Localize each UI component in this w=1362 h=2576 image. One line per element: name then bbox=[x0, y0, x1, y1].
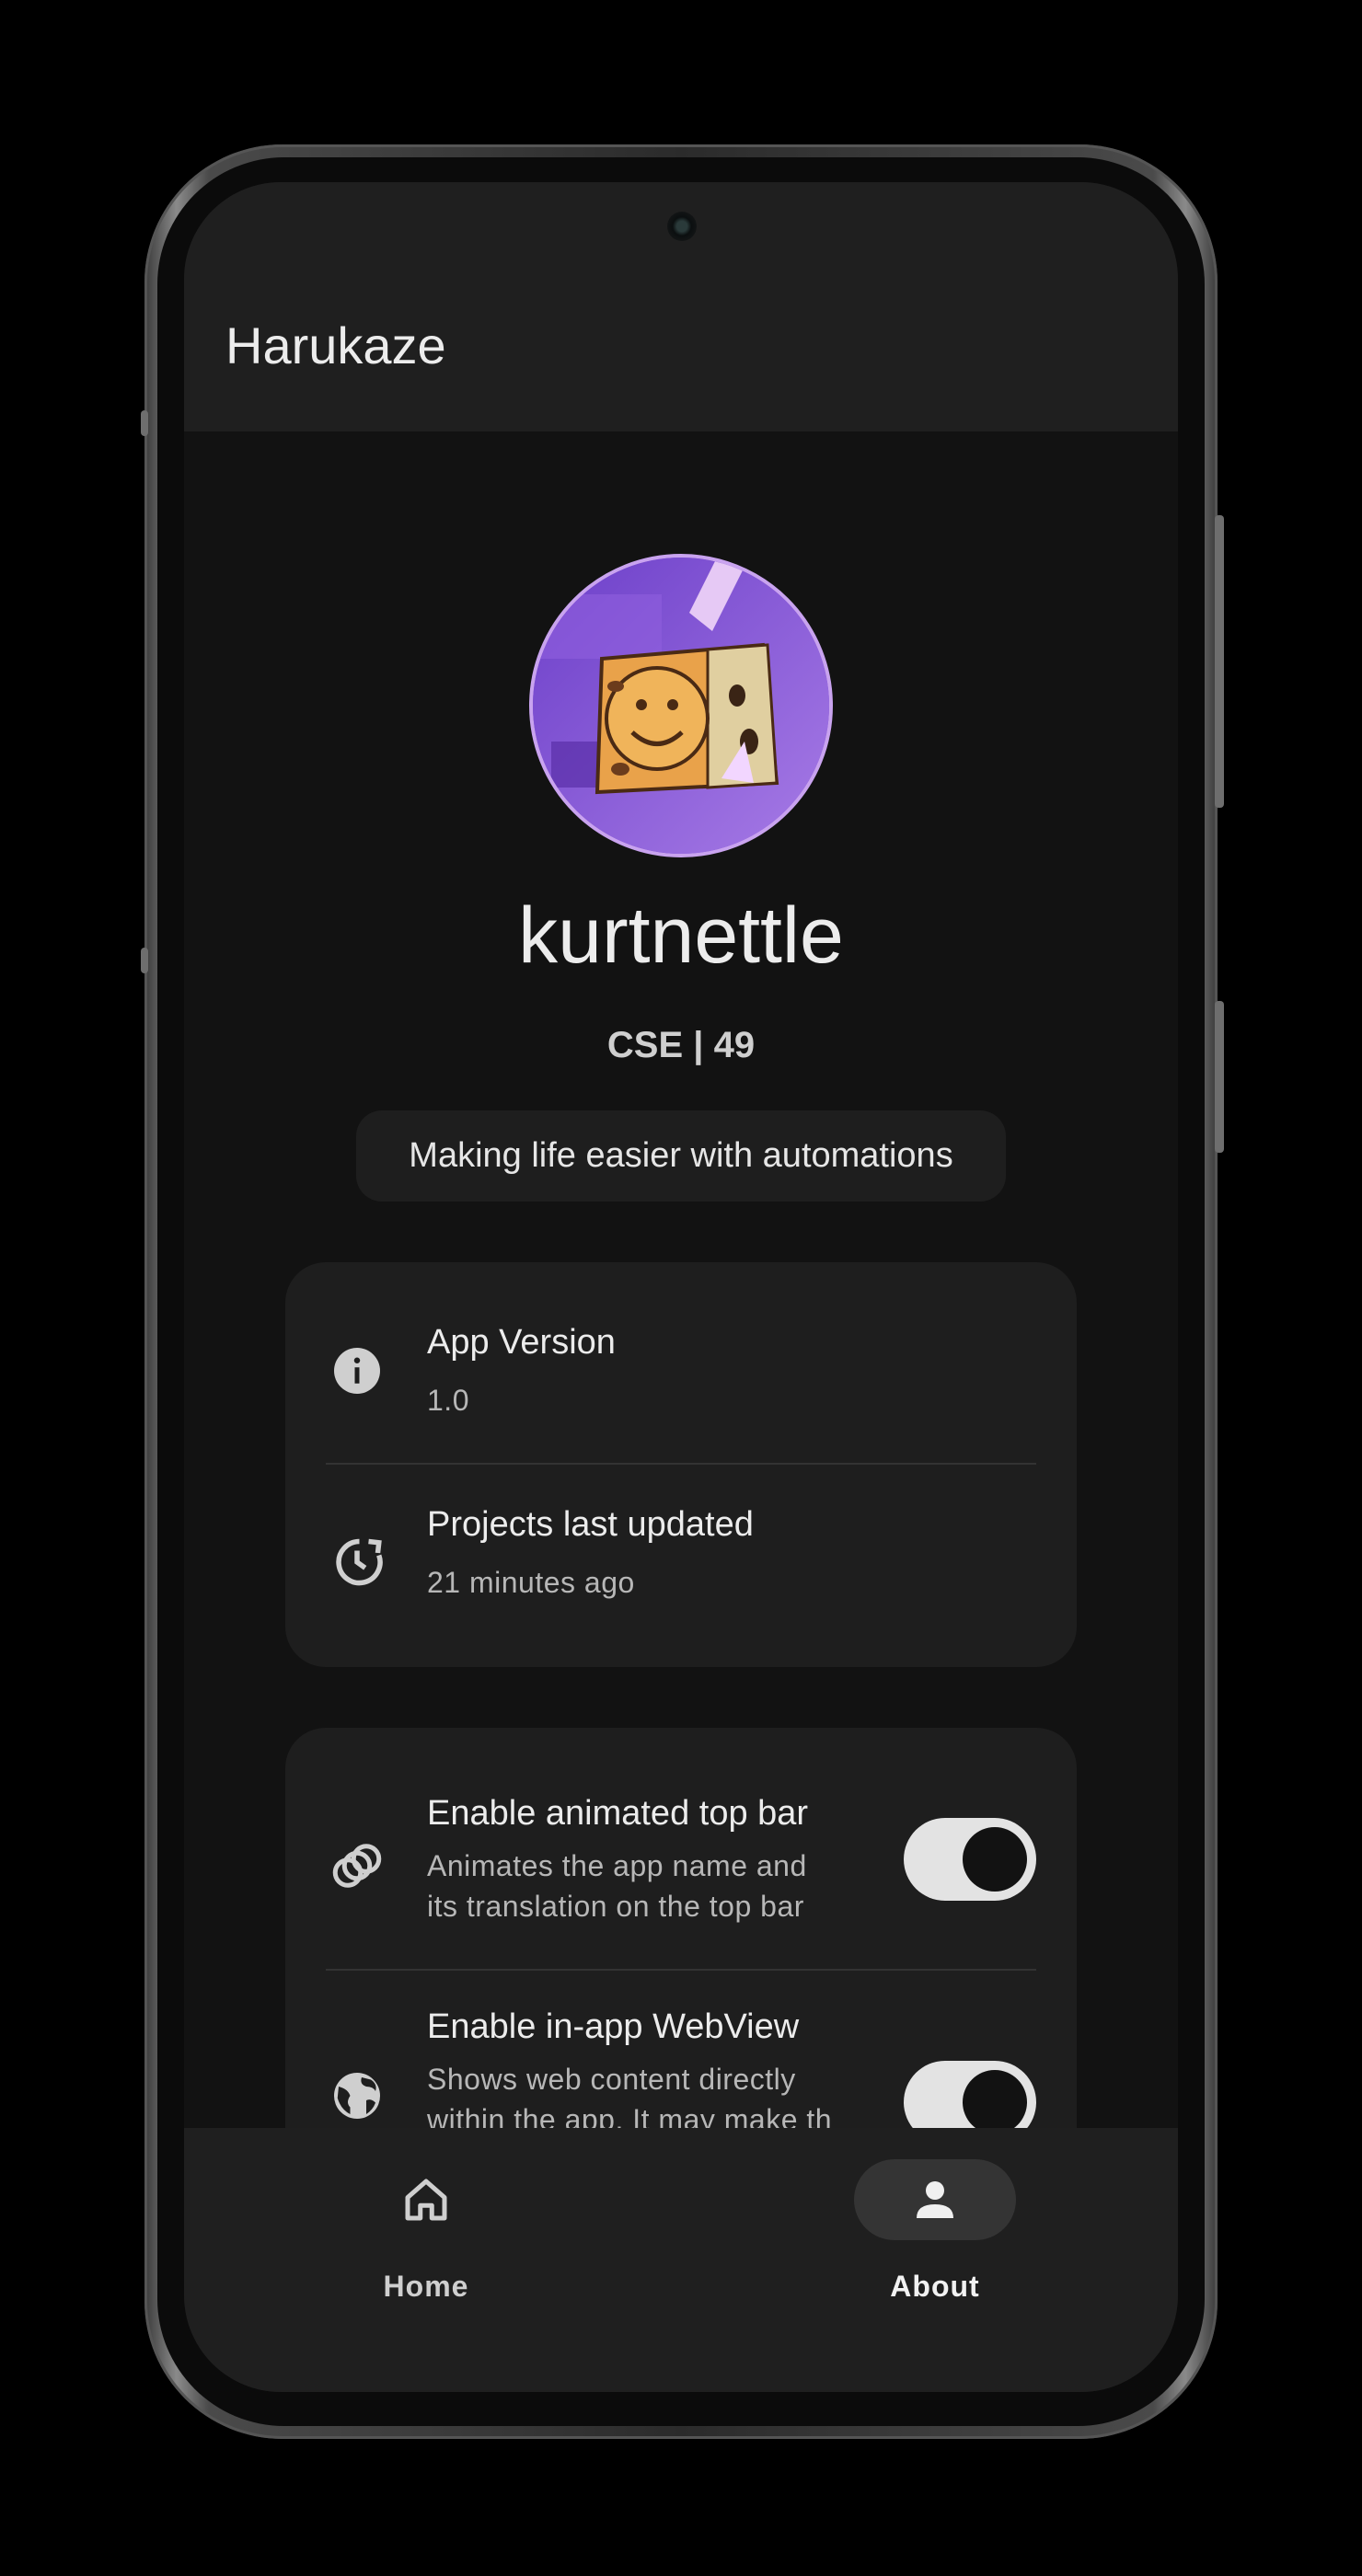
globe-icon bbox=[334, 2073, 380, 2119]
bottom-navigation: Home About bbox=[184, 2128, 1178, 2392]
volume-button bbox=[1215, 515, 1224, 808]
app-version-row: App Version 1.0 bbox=[285, 1262, 1077, 1463]
spongebob-avatar-image bbox=[533, 558, 829, 854]
power-button bbox=[1215, 1001, 1224, 1153]
left-side-button-2 bbox=[141, 948, 148, 973]
projects-updated-row: Projects last updated 21 minutes ago bbox=[285, 1465, 1077, 1667]
department-subtitle: CSE | 49 bbox=[606, 1025, 756, 1065]
nav-label-about: About bbox=[890, 2270, 980, 2303]
nav-label-home: Home bbox=[383, 2270, 469, 2303]
app-screen: Harukaze kurtnettle CSE | 49 Making life… bbox=[184, 182, 1178, 2392]
projects-updated-title: Projects last updated bbox=[427, 1505, 754, 1544]
app-version-value: 1.0 bbox=[427, 1384, 469, 1417]
app-version-title: App Version bbox=[427, 1323, 616, 1362]
webview-desc-line1: Shows web content directly bbox=[427, 2063, 796, 2096]
app-title: Harukaze bbox=[225, 316, 446, 374]
history-icon bbox=[336, 1538, 383, 1586]
bio-chip: Making life easier with automations bbox=[356, 1110, 1006, 1202]
switch-knob bbox=[963, 1827, 1027, 1892]
animated-top-bar-desc: Animates the app name and its translatio… bbox=[427, 1846, 807, 1926]
home-icon bbox=[405, 2179, 447, 2221]
animated-top-bar-row[interactable]: Enable animated top bar Animates the app… bbox=[285, 1728, 1077, 1969]
switch-knob bbox=[963, 2070, 1027, 2134]
bio-text: Making life easier with automations bbox=[409, 1136, 953, 1175]
left-side-button bbox=[141, 410, 148, 436]
person-icon bbox=[917, 2181, 953, 2218]
projects-updated-value: 21 minutes ago bbox=[427, 1566, 635, 1599]
animated-top-bar-title: Enable animated top bar bbox=[427, 1794, 809, 1833]
animated-top-bar-switch[interactable] bbox=[904, 1818, 1036, 1901]
info-icon bbox=[334, 1348, 380, 1394]
front-camera bbox=[667, 212, 697, 241]
info-card: App Version 1.0 Projects last updated 21… bbox=[285, 1262, 1077, 1667]
animated-top-bar-desc-line2: its translation on the top bar bbox=[427, 1890, 804, 1923]
username: kurtnettle bbox=[518, 891, 844, 980]
animated-top-bar-desc-line1: Animates the app name and bbox=[427, 1849, 807, 1882]
webview-title: Enable in-app WebView bbox=[427, 2007, 800, 2046]
avatar bbox=[529, 554, 833, 857]
rings-icon bbox=[332, 1844, 382, 1888]
